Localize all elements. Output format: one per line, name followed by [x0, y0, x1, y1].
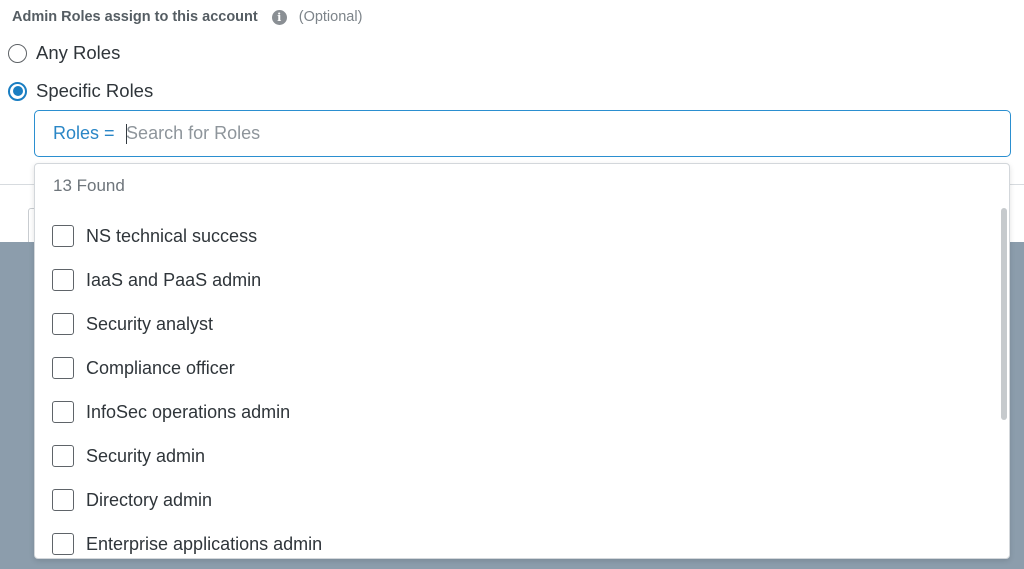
radio-label-any-roles: Any Roles — [36, 42, 121, 63]
role-option-label: Security analyst — [86, 313, 214, 334]
roles-filter-label: Roles = — [53, 123, 120, 143]
optional-label: (Optional) — [298, 9, 363, 25]
role-option-label: Security admin — [86, 445, 206, 466]
role-option[interactable]: Directory admin — [35, 478, 995, 522]
roles-search-input[interactable] — [126, 123, 1010, 144]
role-option[interactable]: IaaS and PaaS admin — [35, 258, 995, 302]
roles-dropdown: 13 Found NS technical success IaaS and P… — [34, 163, 1010, 559]
role-option-label: Directory admin — [86, 489, 213, 510]
role-option-label: Enterprise applications admin — [86, 533, 323, 554]
role-checkbox[interactable] — [52, 401, 74, 423]
role-option[interactable]: Compliance officer — [35, 346, 995, 390]
role-option-label: InfoSec operations admin — [86, 401, 291, 422]
roles-option-list: NS technical success IaaS and PaaS admin… — [35, 214, 995, 558]
info-icon[interactable]: i — [271, 9, 287, 25]
roles-search-field[interactable]: Roles = — [34, 110, 1011, 157]
role-checkbox[interactable] — [52, 269, 74, 291]
role-option-label: NS technical success — [86, 225, 258, 246]
radio-any-roles[interactable]: Any Roles — [8, 41, 120, 65]
role-checkbox[interactable] — [52, 533, 74, 555]
role-option[interactable]: InfoSec operations admin — [35, 390, 995, 434]
role-checkbox[interactable] — [52, 313, 74, 335]
scrollbar-thumb[interactable] — [1001, 208, 1007, 420]
role-option-label: IaaS and PaaS admin — [86, 269, 262, 290]
dropdown-scrollbar[interactable] — [1001, 208, 1007, 420]
radio-button-specific-roles[interactable] — [8, 81, 27, 101]
radio-specific-roles[interactable]: Specific Roles — [8, 79, 153, 103]
role-option[interactable]: Security admin — [35, 434, 995, 478]
section-label: Admin Roles assign to this account — [12, 9, 258, 25]
role-checkbox[interactable] — [52, 225, 74, 247]
admin-roles-header: Admin Roles assign to this account i (Op… — [12, 6, 362, 28]
role-option[interactable]: Security analyst — [35, 302, 995, 346]
role-checkbox[interactable] — [52, 445, 74, 467]
role-option[interactable]: NS technical success — [35, 214, 995, 258]
role-option-label: Compliance officer — [86, 357, 235, 378]
role-checkbox[interactable] — [52, 489, 74, 511]
role-checkbox[interactable] — [52, 357, 74, 379]
radio-button-any-roles[interactable] — [8, 43, 27, 63]
radio-label-specific-roles: Specific Roles — [36, 80, 154, 101]
results-count: 13 Found — [53, 176, 125, 195]
role-option[interactable]: Enterprise applications admin — [35, 522, 995, 558]
